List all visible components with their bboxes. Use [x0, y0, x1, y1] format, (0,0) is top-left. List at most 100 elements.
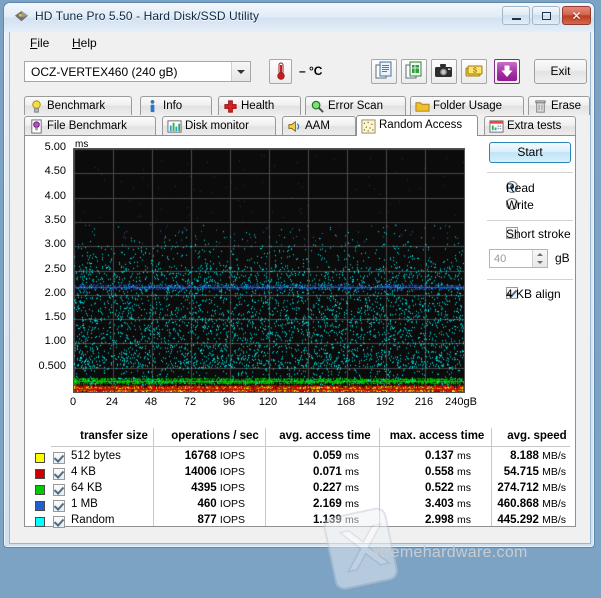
tab-bar: Benchmark Info Health Error Scan Folder …: [10, 95, 590, 136]
red-cross-icon: [224, 100, 237, 113]
menu-bar: File Help: [10, 32, 590, 53]
series-checkbox[interactable]: [53, 452, 65, 464]
chart-x-tick: 72: [183, 396, 197, 408]
chart-scatter-canvas: [74, 149, 464, 392]
tab-info[interactable]: Info: [140, 96, 212, 115]
extra-tests-icon: [489, 120, 504, 133]
exit-button[interactable]: Exit: [534, 59, 587, 84]
tab-health-label: Health: [241, 100, 275, 112]
cell-avg-access-time: 0.227 ms: [313, 482, 359, 494]
drive-select-value: OCZ-VERTEX460 (240 gB): [31, 65, 178, 79]
donate-button[interactable]: $: [461, 59, 487, 84]
screenshot-button[interactable]: [431, 59, 457, 84]
menu-file-rest: ile: [37, 36, 50, 50]
cell-operations-per-sec: 14006 IOPS: [184, 466, 245, 478]
table-row[interactable]: 4 KB 14006 IOPS 0.071 ms 0.558 ms 54.715 MB/…: [25, 466, 576, 482]
menu-file[interactable]: File: [24, 35, 55, 51]
tab-folder-usage[interactable]: Folder Usage: [410, 96, 524, 115]
tab-aam-label: AAM: [305, 120, 330, 132]
cell-avg-access-time: 0.071 ms: [313, 466, 359, 478]
copy-to-excel-button[interactable]: [401, 59, 427, 84]
series-checkbox[interactable]: [53, 484, 65, 496]
series-label: 512 bytes: [71, 450, 121, 462]
table-column-divider: [491, 428, 492, 526]
tab-file-benchmark[interactable]: File Benchmark: [24, 116, 156, 136]
random-access-panel: ms 0.500 1.00 1.50 2.00 2.50 3.00 3.50 4.00 4.50…: [24, 135, 576, 530]
tab-benchmark-label: Benchmark: [47, 100, 106, 112]
watermark-text: xtremehardware.com: [372, 544, 528, 561]
series-checkbox[interactable]: [53, 468, 65, 480]
cell-avg-access-time: 0.059 ms: [313, 450, 359, 462]
temperature-button[interactable]: [269, 59, 292, 84]
chart-x-tick: 120: [258, 396, 278, 408]
chart-x-tick: 144: [297, 396, 317, 408]
chart-x-tick: 0: [69, 396, 77, 408]
cell-operations-per-sec: 4395 IOPS: [191, 482, 245, 494]
svg-text:$: $: [473, 68, 477, 75]
maximize-button[interactable]: [532, 6, 560, 25]
align-label: 4 KB align: [506, 287, 561, 301]
chart-x-tick: 24: [105, 396, 119, 408]
tab-random-access[interactable]: Random Access: [356, 115, 478, 136]
table-row[interactable]: 64 KB 4395 IOPS 0.227 ms 0.522 ms 274.712 MB…: [25, 482, 576, 498]
close-icon: ✕: [571, 8, 582, 23]
short-stroke-unit: gB: [555, 251, 570, 265]
series-label: 1 MB: [71, 498, 98, 510]
app-window: HD Tune Pro 5.50 - Hard Disk/SSD Utility…: [3, 2, 595, 590]
chart-plot-area: [73, 148, 465, 393]
download-button[interactable]: [494, 59, 520, 84]
close-button[interactable]: ✕: [562, 6, 591, 25]
series-checkbox[interactable]: [53, 516, 65, 528]
table-header-4: avg. speed: [507, 430, 567, 442]
chart-x-tick: 192: [375, 396, 395, 408]
window-title: HD Tune Pro 5.50 - Hard Disk/SSD Utility: [35, 9, 260, 23]
series-color-swatch: [35, 485, 45, 495]
chevron-down-icon[interactable]: [231, 62, 250, 81]
spinner-buttons[interactable]: [532, 250, 547, 267]
table-column-divider: [265, 428, 266, 526]
table-row[interactable]: Random 877 IOPS 1.139 ms 2.998 ms 445.292 MB…: [25, 514, 576, 530]
cell-operations-per-sec: 460 IOPS: [197, 498, 245, 510]
tab-info-label: Info: [163, 100, 183, 112]
tab-extra-tests[interactable]: Extra tests: [484, 116, 576, 136]
minimize-button[interactable]: [502, 6, 530, 25]
magnifier-icon: [311, 100, 324, 113]
drive-select[interactable]: OCZ-VERTEX460 (240 gB): [24, 61, 251, 82]
start-button[interactable]: Start: [489, 142, 571, 163]
chart-y-tick: 4.50: [44, 165, 66, 178]
tab-benchmark[interactable]: Benchmark: [24, 96, 132, 115]
series-label: 4 KB: [71, 466, 96, 478]
tab-aam[interactable]: AAM: [282, 116, 356, 136]
file-benchmark-icon: [31, 119, 42, 134]
series-color-swatch: [35, 469, 45, 479]
toolbar: OCZ-VERTEX460 (240 gB) – °C $ Exit: [10, 53, 590, 95]
menu-help[interactable]: Help: [66, 35, 103, 51]
tab-disk-monitor[interactable]: Disk monitor: [162, 116, 276, 136]
cell-avg-access-time: 2.169 ms: [313, 498, 359, 510]
chart-y-tick: 1.50: [44, 311, 66, 324]
chart-y-tick: 3.50: [44, 213, 66, 226]
tab-error-scan[interactable]: Error Scan: [305, 96, 406, 115]
thermometer-icon: [277, 62, 285, 80]
title-bar[interactable]: HD Tune Pro 5.50 - Hard Disk/SSD Utility…: [4, 3, 594, 32]
table-column-divider: [379, 428, 380, 526]
cell-avg-speed: 8.188 MB/s: [510, 450, 566, 462]
lightbulb-icon: [32, 100, 41, 113]
cell-avg-access-time: 1.139 ms: [313, 514, 359, 526]
tab-erase[interactable]: Erase: [528, 96, 590, 115]
series-label: Random: [71, 514, 115, 526]
chart-y-tick: 1.00: [44, 335, 66, 348]
cell-operations-per-sec: 877 IOPS: [197, 514, 245, 526]
minimize-icon: [503, 7, 529, 24]
cell-avg-speed: 274.712 MB/s: [497, 482, 566, 494]
tab-health[interactable]: Health: [218, 96, 301, 115]
tab-erase-label: Erase: [551, 100, 582, 112]
chart-x-tick: 168: [336, 396, 356, 408]
table-row[interactable]: 1 MB 460 IOPS 2.169 ms 3.403 ms 460.868 MB/s: [25, 498, 576, 514]
info-icon: [150, 99, 155, 113]
copy-to-clipboard-button[interactable]: [371, 59, 397, 84]
table-row[interactable]: 512 bytes 16768 IOPS 0.059 ms 0.137 ms 8.188…: [25, 450, 576, 466]
series-checkbox[interactable]: [53, 500, 65, 512]
short-stroke-input[interactable]: 40: [489, 249, 548, 268]
download-arrow-icon: [497, 62, 517, 81]
